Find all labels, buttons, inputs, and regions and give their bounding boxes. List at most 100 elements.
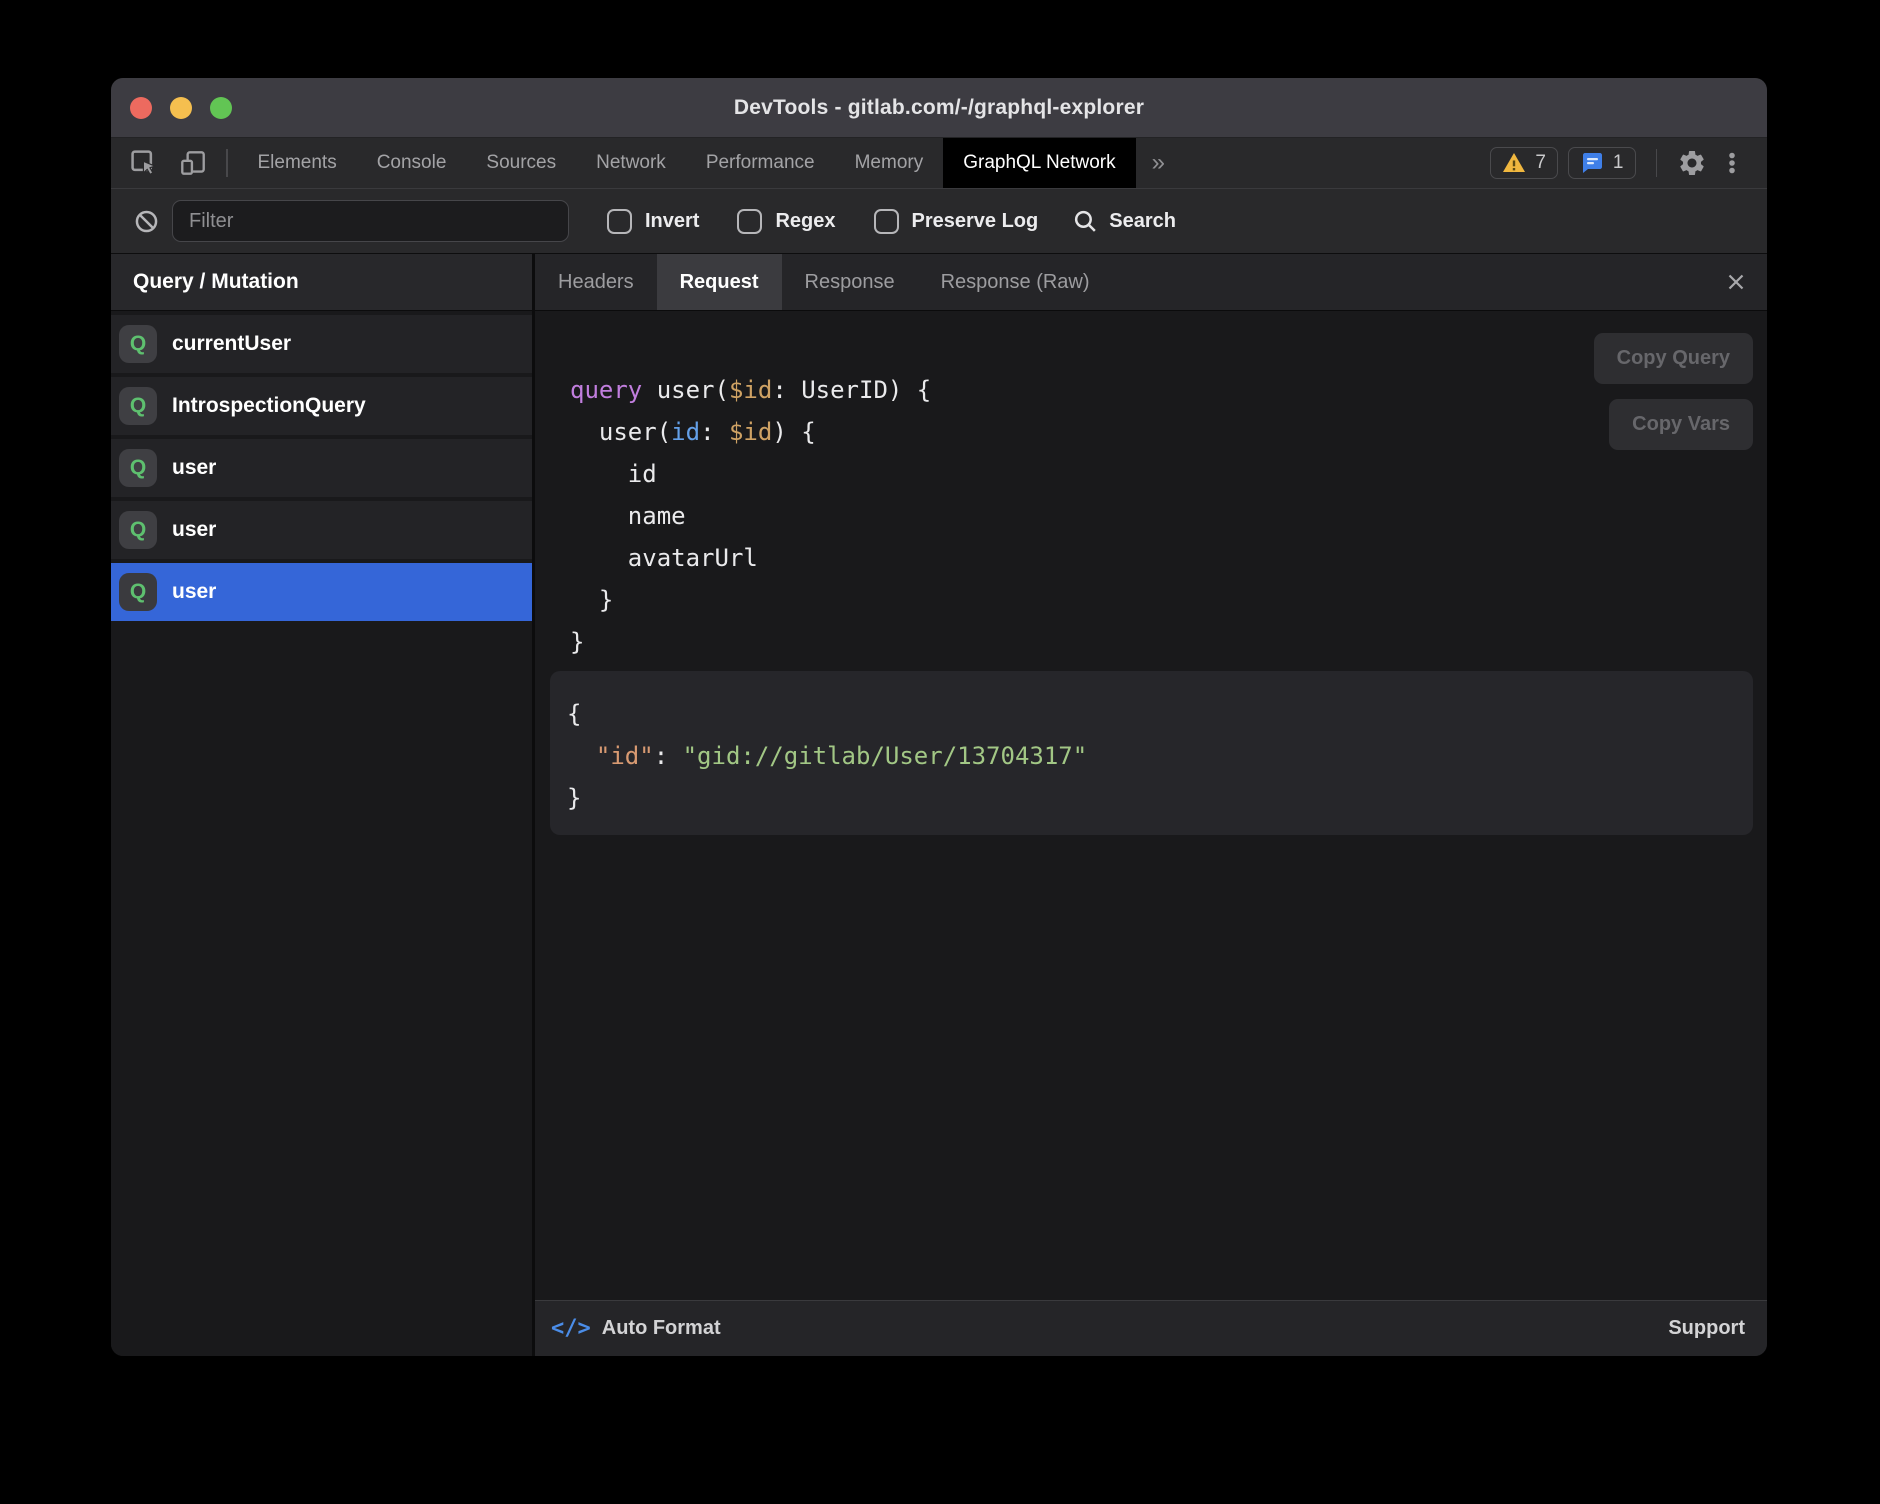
- query-name-label: currentUser: [172, 332, 291, 356]
- search-icon: [1072, 208, 1099, 235]
- settings-button[interactable]: [1677, 148, 1707, 178]
- query-type-badge: Q: [119, 511, 157, 549]
- query-list-item[interactable]: Quser: [111, 439, 532, 497]
- block-icon: [133, 208, 160, 235]
- query-list-item[interactable]: Quser: [111, 501, 532, 559]
- message-count: 1: [1613, 152, 1624, 174]
- query-type-badge: Q: [119, 449, 157, 487]
- code-format-icon: </>: [551, 1316, 591, 1341]
- tab-bar-spacer: [1181, 138, 1490, 188]
- close-icon: [1723, 269, 1749, 295]
- code-line: avatarUrl: [570, 537, 1753, 579]
- regex-checkbox-box[interactable]: [737, 209, 762, 234]
- regex-checkbox-label: Regex: [775, 210, 835, 233]
- title-bar: DevTools - gitlab.com/-/graphql-explorer: [111, 78, 1767, 138]
- query-name-label: user: [172, 518, 216, 542]
- more-tabs-chevron[interactable]: »: [1136, 138, 1181, 188]
- support-link[interactable]: Support: [1668, 1317, 1745, 1340]
- code-line: name: [570, 495, 1753, 537]
- content-area: Query / Mutation QcurrentUserQIntrospect…: [111, 253, 1767, 1356]
- query-type-badge: Q: [119, 573, 157, 611]
- device-toolbar-button[interactable]: [178, 148, 208, 178]
- warning-icon: [1502, 151, 1526, 175]
- code-line: "id": "gid://gitlab/User/13704317": [567, 735, 1735, 777]
- query-name-label: user: [172, 456, 216, 480]
- invert-checkbox-label: Invert: [645, 210, 699, 233]
- code-line: }: [570, 579, 1753, 621]
- devtools-tab-sources[interactable]: Sources: [466, 138, 576, 188]
- zoom-window-button[interactable]: [210, 97, 232, 119]
- search-button[interactable]: Search: [1072, 208, 1176, 235]
- status-badge-group: 7 1: [1490, 138, 1767, 188]
- query-name-label: user: [172, 580, 216, 604]
- kebab-menu-icon: [1717, 148, 1747, 178]
- device-toolbar-icon: [178, 148, 208, 178]
- devtools-tab-memory[interactable]: Memory: [835, 138, 944, 188]
- variables-code-block: { "id": "gid://gitlab/User/13704317"}: [567, 693, 1735, 819]
- devtools-tab-graphql-network[interactable]: GraphQL Network: [943, 138, 1135, 188]
- devtools-tab-bar: ElementsConsoleSourcesNetworkPerformance…: [111, 138, 1767, 188]
- filter-checkbox-group: Invert Regex Preserve Log: [569, 209, 1038, 234]
- inspect-icon: [128, 147, 160, 179]
- warnings-badge[interactable]: 7: [1490, 147, 1558, 179]
- copy-vars-button[interactable]: Copy Vars: [1609, 399, 1753, 450]
- query-list: QcurrentUserQIntrospectionQueryQuserQuse…: [111, 311, 532, 621]
- auto-format-label: Auto Format: [602, 1317, 721, 1340]
- code-line: {: [567, 693, 1735, 735]
- variables-box: { "id": "gid://gitlab/User/13704317"}: [550, 671, 1753, 835]
- code-line: }: [570, 621, 1753, 663]
- messages-badge[interactable]: 1: [1568, 147, 1636, 179]
- query-name-label: IntrospectionQuery: [172, 394, 366, 418]
- preserve-log-checkbox[interactable]: Preserve Log: [874, 209, 1039, 234]
- devtools-tool-icons: [111, 138, 216, 188]
- toolbar-separator: [226, 149, 228, 177]
- minimize-window-button[interactable]: [170, 97, 192, 119]
- devtools-tab-elements[interactable]: Elements: [238, 138, 357, 188]
- devtools-tab-list: ElementsConsoleSourcesNetworkPerformance…: [238, 138, 1136, 188]
- message-icon: [1580, 151, 1604, 175]
- gear-icon: [1677, 148, 1707, 178]
- detail-tab-headers[interactable]: Headers: [535, 254, 657, 310]
- devtools-tab-performance[interactable]: Performance: [686, 138, 835, 188]
- code-line: user(id: $id) {: [570, 411, 1753, 453]
- query-list-item[interactable]: QcurrentUser: [111, 315, 532, 373]
- query-type-badge: Q: [119, 325, 157, 363]
- invert-checkbox[interactable]: Invert: [607, 209, 699, 234]
- clear-filter-button[interactable]: [133, 208, 160, 235]
- preserve-log-checkbox-label: Preserve Log: [912, 210, 1039, 233]
- auto-format-button[interactable]: </> Auto Format: [551, 1316, 721, 1341]
- query-code-block: query user($id: UserID) { user(id: $id) …: [570, 369, 1753, 663]
- invert-checkbox-box[interactable]: [607, 209, 632, 234]
- detail-panel: HeadersRequestResponseResponse (Raw) que…: [535, 254, 1767, 1356]
- close-detail-button[interactable]: [1723, 254, 1749, 310]
- code-line: }: [567, 777, 1735, 819]
- devtools-tab-console[interactable]: Console: [357, 138, 467, 188]
- badge-separator: [1656, 149, 1658, 177]
- query-list-item[interactable]: Quser: [111, 563, 532, 621]
- query-sidebar: Query / Mutation QcurrentUserQIntrospect…: [111, 254, 535, 1356]
- more-options-button[interactable]: [1717, 148, 1747, 178]
- preserve-log-checkbox-box[interactable]: [874, 209, 899, 234]
- detail-tab-response-raw[interactable]: Response (Raw): [918, 254, 1113, 310]
- inspect-element-button[interactable]: [128, 147, 160, 179]
- detail-tab-response[interactable]: Response: [782, 254, 918, 310]
- close-window-button[interactable]: [130, 97, 152, 119]
- query-type-badge: Q: [119, 387, 157, 425]
- filter-input[interactable]: [172, 200, 569, 242]
- detail-tab-list: HeadersRequestResponseResponse (Raw): [535, 254, 1113, 310]
- sidebar-header: Query / Mutation: [111, 254, 532, 311]
- filter-toolbar: Invert Regex Preserve Log Search: [111, 188, 1767, 253]
- query-list-item[interactable]: Q IntrospectionQuery: [111, 377, 532, 435]
- copy-query-button[interactable]: Copy Query: [1594, 333, 1753, 384]
- window-title: DevTools - gitlab.com/-/graphql-explorer: [734, 96, 1144, 120]
- request-pane: query user($id: UserID) { user(id: $id) …: [535, 311, 1767, 1300]
- detail-tab-bar: HeadersRequestResponseResponse (Raw): [535, 254, 1767, 311]
- detail-tab-request[interactable]: Request: [657, 254, 782, 310]
- copy-button-group: Copy Query Copy Vars: [1594, 333, 1753, 450]
- code-line: query user($id: UserID) {: [570, 369, 1753, 411]
- search-label: Search: [1109, 210, 1176, 233]
- detail-footer: </> Auto Format Support: [535, 1300, 1767, 1356]
- warning-count: 7: [1535, 152, 1546, 174]
- regex-checkbox[interactable]: Regex: [737, 209, 835, 234]
- devtools-tab-network[interactable]: Network: [576, 138, 686, 188]
